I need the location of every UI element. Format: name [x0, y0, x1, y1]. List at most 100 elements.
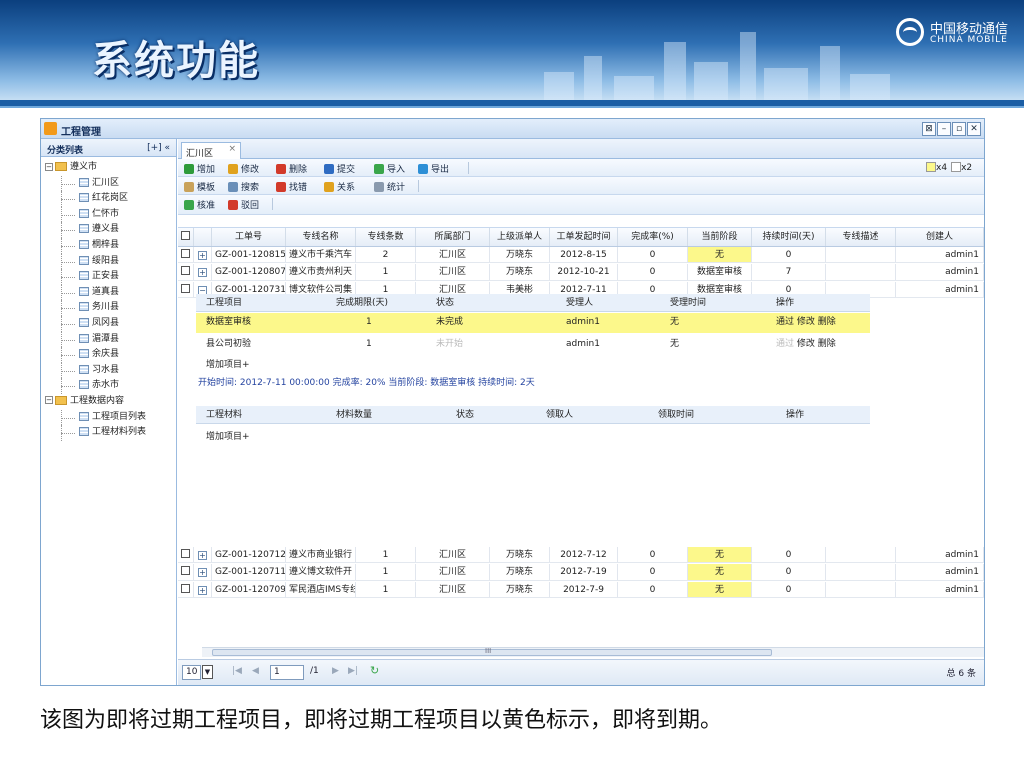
toolbar-button-1[interactable]: 搜索	[228, 180, 259, 193]
cell-name: 遵义市贵州利天	[286, 264, 356, 280]
table-row[interactable]: + GZ-001-120709- 军民酒店IMS专线 1 汇川区 万晓东 2012-7-9 0…	[178, 581, 984, 599]
edit-delete-links[interactable]: 修改 删除	[797, 317, 836, 327]
cell-id: GZ-001-120807-	[212, 264, 286, 280]
approve-link[interactable]: 通过	[776, 339, 794, 349]
tree-node[interactable]: 道真县	[41, 284, 176, 301]
toolbar-button-5[interactable]: 导出	[418, 162, 449, 175]
grid-list-icon	[79, 380, 89, 390]
tree-node[interactable]: 务川县	[41, 300, 176, 316]
next-page-icon[interactable]: ▶	[332, 666, 339, 676]
tree-node[interactable]: 湄潭县	[41, 331, 176, 348]
prev-page-icon[interactable]: ◀	[252, 666, 259, 676]
row-checkbox[interactable]	[181, 566, 190, 576]
tree-node[interactable]: 桐梓县	[41, 237, 176, 254]
cell-id: GZ-001-120712-	[212, 547, 286, 563]
current-page-input[interactable]: 1	[270, 665, 304, 680]
horizontal-scrollbar[interactable]: III	[202, 647, 984, 657]
toolbar-button-1[interactable]: 修改	[228, 162, 259, 175]
edit-delete-links[interactable]: 修改 删除	[797, 339, 836, 349]
page-size-dropdown-icon[interactable]: ▼	[202, 665, 213, 679]
tree-node[interactable]: 工程项目列表	[41, 409, 176, 426]
toolbar-button-0[interactable]: 模板	[184, 180, 215, 193]
row-checkbox-cell[interactable]	[178, 247, 194, 263]
row-checkbox[interactable]	[181, 249, 190, 258]
row-checkbox[interactable]	[181, 549, 190, 558]
row-expand-cell[interactable]: +	[194, 564, 212, 580]
table-row[interactable]: + GZ-001-120711- 遵义博文软件开 1 汇川区 万晓东 2012-7-19 0 无…	[178, 564, 984, 581]
grid-list-icon	[79, 239, 89, 249]
add-material-link[interactable]: 增加项目+	[206, 429, 250, 442]
row-checkbox-cell[interactable]	[178, 547, 194, 563]
window-maximize-button[interactable]: ▫	[952, 122, 966, 136]
tree-node[interactable]: 凤冈县	[41, 315, 176, 332]
tree-node[interactable]: 汇川区	[41, 175, 176, 192]
row-checkbox[interactable]	[181, 266, 190, 276]
project-row[interactable]: 数据室审核 1 未完成 admin1 无 通过 修改 删除	[196, 313, 870, 333]
toolbar-button-3[interactable]: 关系	[324, 180, 355, 193]
tree-node[interactable]: 正安县	[41, 269, 176, 285]
tree-toggle-icon[interactable]: −	[45, 396, 53, 405]
tree-node[interactable]: 遵义县	[41, 222, 176, 238]
row-checkbox[interactable]	[181, 583, 190, 593]
refresh-icon[interactable]: ↻	[370, 664, 379, 677]
row-checkbox-cell[interactable]	[178, 564, 194, 580]
toolbar-button-2[interactable]: 找错	[276, 180, 307, 193]
table-row[interactable]: + GZ-001-120815- 遵义市千乘汽车 2 汇川区 万晓东 2012-8-15 0 无…	[178, 247, 984, 264]
tree-node[interactable]: − 遵义市	[41, 160, 176, 176]
row-expand-icon[interactable]: +	[198, 268, 207, 278]
toolbar-button-2[interactable]: 删除	[276, 162, 307, 175]
toolbar-button-1[interactable]: 驳回	[228, 198, 259, 211]
tree-node[interactable]: 余庆县	[41, 347, 176, 363]
row-checkbox-cell[interactable]	[178, 581, 194, 598]
row-checkbox[interactable]	[181, 283, 190, 293]
last-page-icon[interactable]: ▶|	[348, 666, 358, 676]
table-row[interactable]: + GZ-001-120712- 遵义市商业银行 1 汇川区 万晓东 2012-7-12 0 无…	[178, 547, 984, 564]
cell-stage: 数据室审核	[688, 264, 752, 280]
tab-huichuan[interactable]: 汇川区 ×	[181, 142, 241, 159]
grid-header: 工单号 专线名称 专线条数 所属部门 上级派单人 工单发起时间 完成率(%) 当前阶段 持续时间…	[178, 227, 984, 247]
scrollbar-thumb[interactable]: III	[212, 647, 772, 656]
window-close-button[interactable]: ✕	[967, 122, 981, 136]
sidebar-collapse-button[interactable]: [+] «	[147, 143, 170, 153]
row-expand-cell[interactable]: +	[194, 247, 212, 263]
first-page-icon[interactable]: |◀	[232, 666, 242, 676]
window-restore-button[interactable]: ⊠	[922, 122, 936, 136]
tree-node[interactable]: 仁怀市	[41, 206, 176, 223]
toolbar-button-0[interactable]: 核准	[184, 198, 215, 211]
tree-toggle-icon[interactable]: −	[45, 162, 53, 171]
row-checkbox-cell[interactable]	[178, 281, 194, 298]
tree-node[interactable]: 工程材料列表	[41, 425, 176, 441]
sidebar-header: 分类列表 [+] «	[41, 139, 176, 157]
tree-node[interactable]: 习水县	[41, 362, 176, 379]
page-size-select[interactable]: 10	[182, 665, 202, 680]
tab-close-icon[interactable]: ×	[228, 144, 236, 154]
add-project-link[interactable]: 增加项目+	[206, 357, 250, 370]
row-expand-icon[interactable]: +	[198, 568, 207, 578]
approve-link[interactable]: 通过	[776, 317, 794, 327]
column-header[interactable]	[178, 228, 194, 246]
window-minimize-button[interactable]: –	[937, 122, 951, 136]
toolbar-button-0[interactable]: 增加	[184, 162, 215, 175]
project-cell-item: 数据室审核	[206, 317, 252, 327]
tree-node[interactable]: − 工程数据内容	[41, 394, 176, 410]
row-expand-icon[interactable]: +	[198, 585, 207, 595]
toolbar-button-3[interactable]: 提交	[324, 162, 355, 175]
tree-node[interactable]: 绥阳县	[41, 253, 176, 270]
tree-node[interactable]: 赤水市	[41, 378, 176, 394]
toolbar-button-4[interactable]: 导入	[374, 162, 405, 175]
row-expand-cell[interactable]: +	[194, 547, 212, 563]
row-expand-cell[interactable]: +	[194, 581, 212, 598]
toolbar-icon	[184, 182, 194, 192]
row-expand-icon[interactable]: +	[198, 251, 207, 260]
toolbar-button-4[interactable]: 统计	[374, 180, 405, 193]
grid-list-icon	[79, 333, 89, 343]
tree-node[interactable]: 红花岗区	[41, 191, 176, 207]
tree-node-label: 余庆县	[92, 349, 120, 360]
project-row[interactable]: 县公司初验 1 未开始 admin1 无 通过 修改 删除	[196, 335, 870, 355]
row-expand-cell[interactable]: +	[194, 264, 212, 280]
window-titlebar: 工程管理 ⊠ – ▫ ✕	[41, 119, 984, 139]
select-all-checkbox[interactable]	[181, 231, 190, 240]
row-expand-icon[interactable]: +	[198, 551, 207, 560]
row-checkbox-cell[interactable]	[178, 264, 194, 280]
table-row[interactable]: + GZ-001-120807- 遵义市贵州利天 1 汇川区 万晓东 2012-10-21 0…	[178, 264, 984, 281]
